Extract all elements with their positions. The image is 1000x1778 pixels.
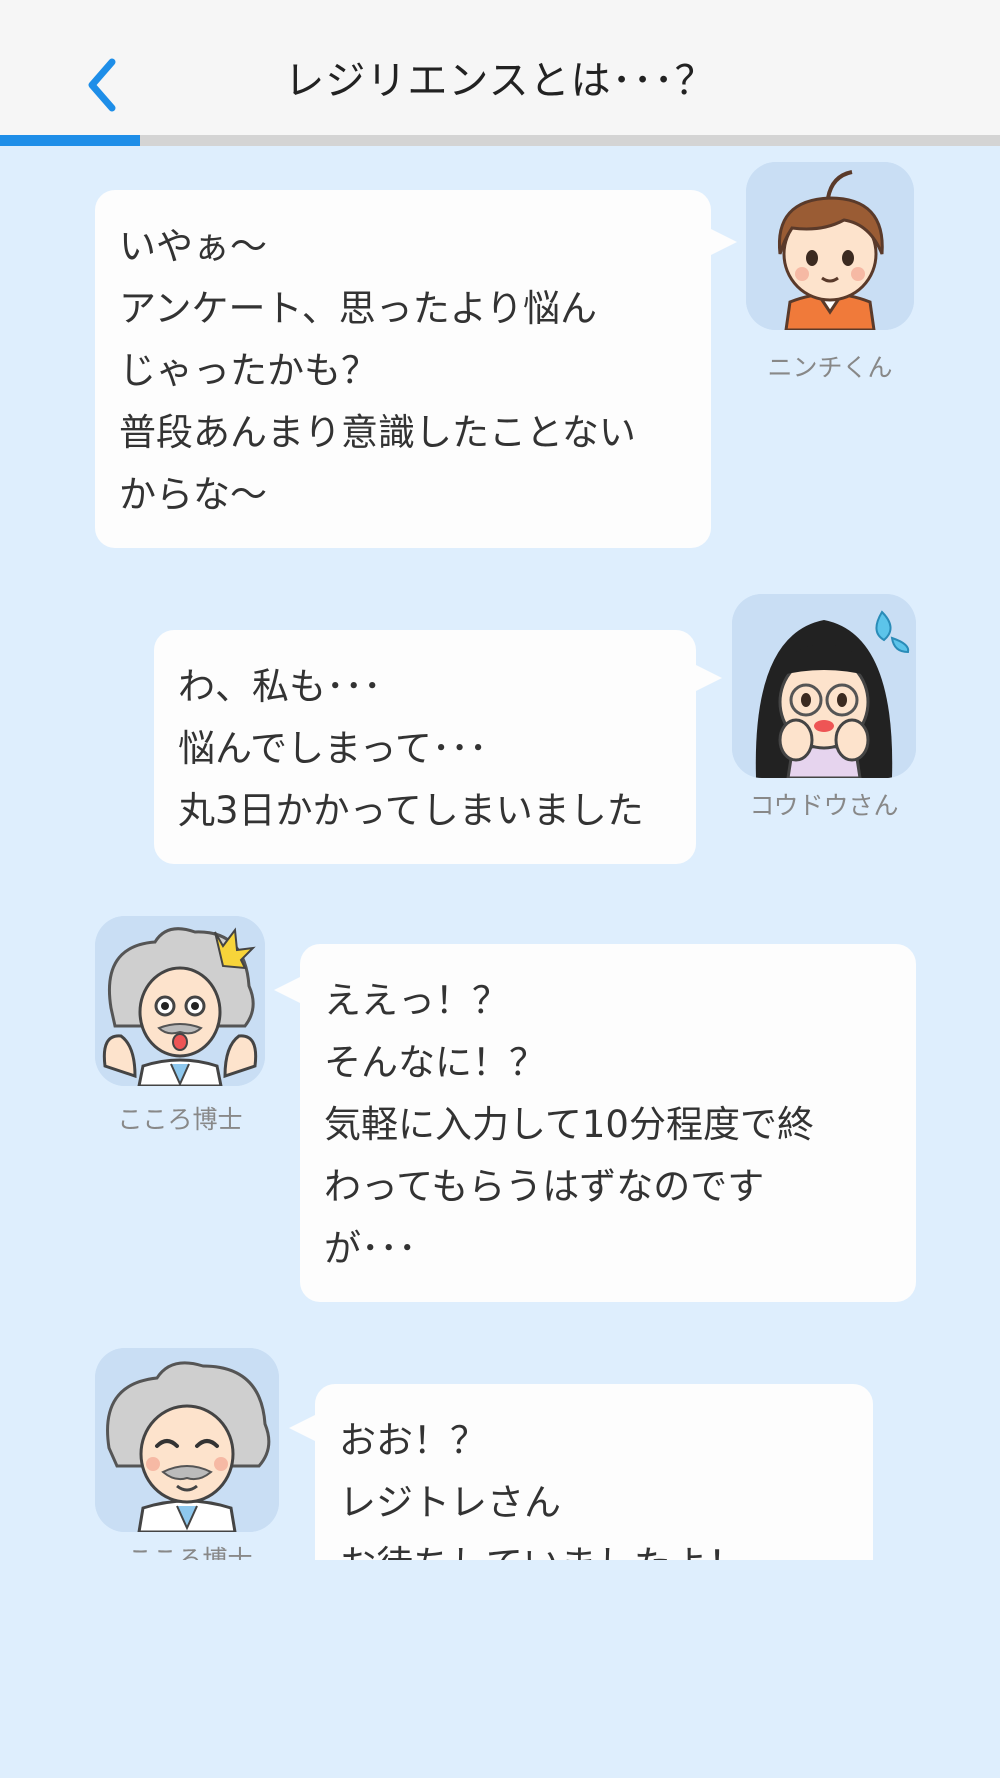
avatar-name: コウドウさん: [749, 791, 899, 820]
avatar-ninchi[interactable]: [746, 162, 914, 330]
message-bubble: おお！？ レジトレさん お待ちしていましたよ！: [315, 1384, 873, 1560]
message-line: アンケート、思ったより悩ん: [119, 287, 598, 330]
message-line: わ、私も･･･: [178, 665, 382, 708]
page-title: レジリエンスとは･･･？: [284, 58, 716, 104]
message-line: 悩んでしまって･･･: [178, 727, 488, 770]
message-line: 丸3日かかってしまいました: [178, 789, 644, 832]
message-line: レジトレさん: [339, 1481, 561, 1524]
progress-bar-fill: [0, 135, 140, 146]
message-line: ええっ！？: [324, 979, 509, 1022]
message-line: 普段あんまり意識したことない: [119, 411, 636, 454]
message-line: 気軽に入力して10分程度で終: [324, 1103, 814, 1146]
message-line: お待ちしていましたよ！: [339, 1534, 849, 1560]
avatar-name: こころ博士: [117, 1105, 243, 1134]
avatar-name: ニンチくん: [767, 353, 893, 382]
bubble-tail: [694, 664, 722, 692]
avatar-kokoro[interactable]: [95, 1348, 279, 1532]
message-bubble: いやぁ〜 アンケート、思ったより悩ん じゃったかも？ 普段あんまり意識したことな…: [95, 190, 711, 548]
message-bubble: ええっ！？ そんなに！？ 気軽に入力して10分程度で終 わってもらうはずなのです…: [300, 944, 916, 1302]
message-line: いやぁ〜: [119, 225, 267, 268]
message-line: が･･･: [324, 1227, 417, 1270]
girl-character-icon: [732, 594, 916, 778]
avatar-koudou[interactable]: [732, 594, 916, 778]
message-bubble: わ、私も･･･ 悩んでしまって･･･ 丸3日かかってしまいました: [154, 630, 696, 864]
chat-area[interactable]: いやぁ〜 アンケート、思ったより悩ん じゃったかも？ 普段あんまり意識したことな…: [0, 146, 1000, 1560]
avatar-kokoro[interactable]: [95, 916, 265, 1086]
message-line: おお！？: [339, 1419, 487, 1462]
professor-surprised-icon: [95, 916, 265, 1086]
bubble-tail: [289, 1414, 317, 1442]
message-line: わってもらうはずなのです: [324, 1165, 765, 1208]
bubble-tail: [709, 228, 737, 256]
message-line: そんなに！？: [324, 1041, 546, 1084]
professor-smiling-icon: [95, 1348, 279, 1532]
message-line: からな〜: [119, 473, 267, 516]
message-line: じゃったかも？: [119, 349, 378, 392]
header-bar: レジリエンスとは･･･？: [0, 0, 1000, 135]
progress-bar: [0, 135, 1000, 146]
boy-character-icon: [746, 162, 914, 330]
bubble-tail: [274, 976, 302, 1004]
avatar-name: こころ博士: [127, 1545, 253, 1560]
